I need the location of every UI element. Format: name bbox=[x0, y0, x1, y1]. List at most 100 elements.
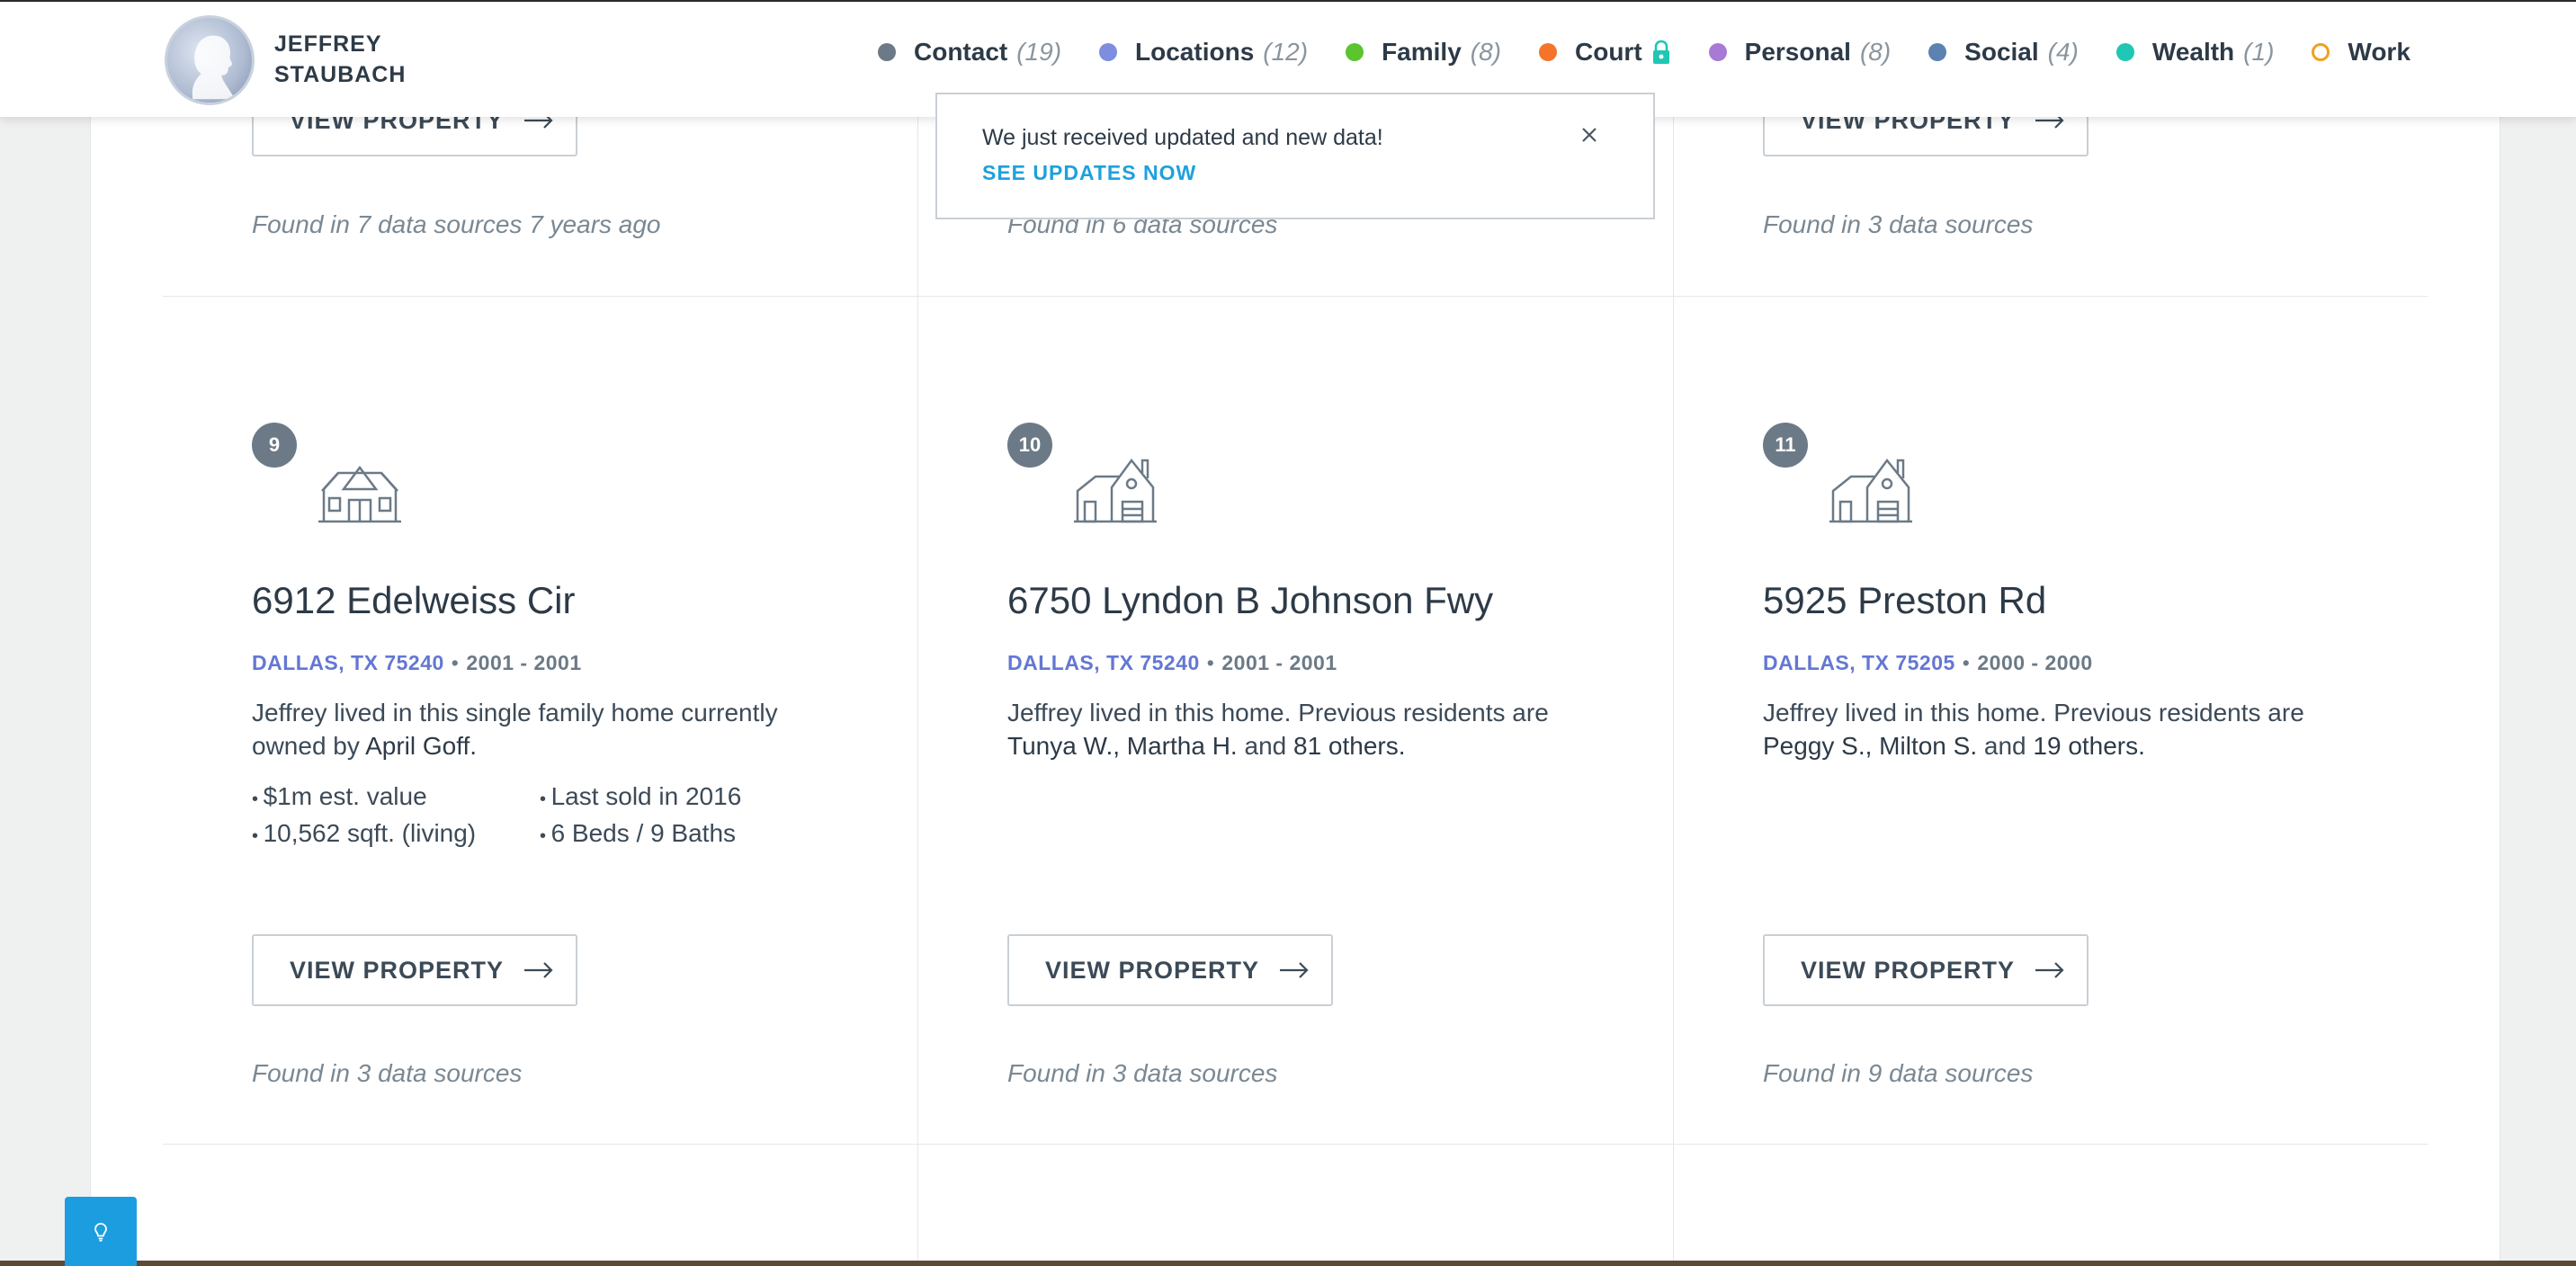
nav-item-wealth[interactable]: Wealth (1) bbox=[2115, 38, 2275, 67]
property-facts-left: $1m est. value 10,562 sqft. (living) bbox=[252, 780, 477, 853]
property-address: 6912 Edelweiss Cir bbox=[252, 579, 576, 621]
arrow-right-icon bbox=[1280, 962, 1309, 978]
other-residents: 19 others. bbox=[2033, 732, 2145, 760]
nav-label: Personal bbox=[1744, 38, 1851, 66]
property-description: Jeffrey lived in this home. Previous res… bbox=[1007, 696, 1583, 762]
personal-dot-icon bbox=[1708, 43, 1727, 61]
work-ring-icon bbox=[2312, 43, 2330, 61]
view-property-label: VIEW PROPERTY bbox=[1801, 956, 2016, 984]
court-dot-icon bbox=[1539, 43, 1557, 61]
nav-count: (1) bbox=[2243, 38, 2275, 66]
lightbulb-icon bbox=[94, 1222, 107, 1242]
property-address: 5925 Preston Rd bbox=[1763, 579, 2047, 621]
see-updates-link[interactable]: SEE UPDATES NOW bbox=[982, 161, 1196, 185]
lock-icon bbox=[1652, 40, 1669, 64]
help-button[interactable] bbox=[65, 1197, 137, 1266]
nav-item-court[interactable]: Court bbox=[1539, 38, 1671, 67]
property-city[interactable]: DALLAS, TX 75205 bbox=[1763, 651, 1955, 674]
contact-dot-icon bbox=[878, 43, 896, 61]
house-icon bbox=[1829, 458, 1912, 523]
close-icon[interactable] bbox=[1576, 121, 1603, 148]
desktop-edge bbox=[0, 1261, 2576, 1266]
nav-count: (19) bbox=[1016, 38, 1062, 66]
property-description: Jeffrey lived in this home. Previous res… bbox=[1763, 696, 2339, 762]
fact-value: $1m est. value bbox=[252, 780, 476, 816]
description-text: Jeffrey lived in this home. Previous res… bbox=[1007, 699, 1549, 727]
view-property-label: VIEW PROPERTY bbox=[1045, 956, 1260, 984]
property-city[interactable]: DALLAS, TX 75240 bbox=[252, 651, 444, 674]
arrow-right-icon bbox=[2035, 962, 2064, 978]
owner-name: April Goff. bbox=[365, 732, 478, 760]
fact-sqft: 10,562 sqft. (living) bbox=[252, 816, 477, 853]
other-residents: 81 others. bbox=[1293, 732, 1406, 760]
property-years: 2001 - 2001 bbox=[466, 651, 582, 674]
property-years: 2000 - 2000 bbox=[1977, 651, 2093, 674]
person-name: JEFFREY STAUBACH bbox=[274, 31, 407, 87]
nav-item-contact[interactable]: Contact (19) bbox=[878, 38, 1061, 67]
property-address: 6750 Lyndon B Johnson Fwy bbox=[1007, 579, 1494, 621]
locations-dot-icon bbox=[1099, 43, 1118, 61]
wealth-dot-icon bbox=[2115, 43, 2134, 61]
view-property-button[interactable]: VIEW PROPERTY bbox=[1007, 934, 1333, 1006]
section-nav: Contact (19) Locations (12) Family (8) C… bbox=[878, 38, 2411, 67]
description-conjunction: and bbox=[1237, 732, 1293, 760]
nav-item-social[interactable]: Social (4) bbox=[1928, 38, 2079, 67]
nav-label: Court bbox=[1575, 38, 1642, 66]
nav-count: (4) bbox=[2047, 38, 2079, 66]
property-number-badge: 10 bbox=[1007, 423, 1052, 468]
page-gutter-right bbox=[2500, 0, 2576, 1266]
arrow-right-icon bbox=[524, 962, 553, 978]
property-meta: DALLAS, TX 75240 • 2001 - 2001 bbox=[1007, 651, 1337, 675]
view-property-button[interactable]: VIEW PROPERTY bbox=[252, 934, 577, 1006]
nav-label: Family bbox=[1382, 38, 1462, 66]
social-dot-icon bbox=[1928, 43, 1947, 61]
description-text: Jeffrey lived in this single family home… bbox=[252, 699, 778, 760]
avatar[interactable] bbox=[165, 15, 255, 105]
page-gutter-left bbox=[0, 0, 90, 1266]
person-silhouette-icon bbox=[192, 35, 236, 100]
property-city[interactable]: DALLAS, TX 75240 bbox=[1007, 651, 1200, 674]
nav-label: Contact bbox=[914, 38, 1008, 66]
notification-message: We just received updated and new data! bbox=[982, 125, 1383, 150]
update-notification: We just received updated and new data! S… bbox=[935, 93, 1655, 219]
found-sources: Found in 3 data sources bbox=[252, 1059, 523, 1087]
house-icon bbox=[1074, 458, 1157, 523]
row-divider bbox=[163, 296, 2428, 297]
resident-names: Tunya W., Martha H. bbox=[1007, 732, 1238, 760]
found-sources: Found in 3 data sources bbox=[1007, 1059, 1278, 1087]
nav-count: (12) bbox=[1263, 38, 1309, 66]
property-description: Jeffrey lived in this single family home… bbox=[252, 696, 827, 762]
nav-item-personal[interactable]: Personal (8) bbox=[1708, 38, 1892, 67]
column-divider bbox=[917, 0, 918, 1261]
meta-separator: • bbox=[1962, 651, 1971, 674]
property-years: 2001 - 2001 bbox=[1221, 651, 1337, 674]
nav-label: Work bbox=[2348, 38, 2411, 66]
property-number-badge: 9 bbox=[252, 423, 297, 468]
description-text: Jeffrey lived in this home. Previous res… bbox=[1763, 699, 2304, 727]
nav-label: Wealth bbox=[2151, 38, 2235, 66]
row-divider bbox=[163, 1144, 2428, 1145]
property-meta: DALLAS, TX 75240 • 2001 - 2001 bbox=[252, 651, 582, 675]
found-sources: Found in 3 data sources bbox=[1763, 210, 2034, 238]
nav-count: (8) bbox=[1470, 38, 1501, 66]
nav-label: Social bbox=[1964, 38, 2039, 66]
view-property-button[interactable]: VIEW PROPERTY bbox=[1763, 934, 2089, 1006]
meta-separator: • bbox=[451, 651, 460, 674]
family-dot-icon bbox=[1346, 43, 1364, 61]
fact-beds-baths: 6 Beds / 9 Baths bbox=[540, 816, 741, 853]
meta-separator: • bbox=[1206, 651, 1215, 674]
description-conjunction: and bbox=[1977, 732, 2034, 760]
nav-item-work[interactable]: Work bbox=[2312, 38, 2411, 67]
column-divider bbox=[1673, 0, 1674, 1261]
nav-item-family[interactable]: Family (8) bbox=[1346, 38, 1501, 67]
property-facts-right: Last sold in 2016 6 Beds / 9 Baths bbox=[540, 780, 742, 853]
found-sources: Found in 9 data sources bbox=[1763, 1059, 2034, 1087]
fact-last-sold: Last sold in 2016 bbox=[540, 780, 742, 816]
nav-count: (8) bbox=[1859, 38, 1892, 66]
house-icon bbox=[318, 465, 401, 523]
nav-item-locations[interactable]: Locations (12) bbox=[1099, 38, 1308, 67]
property-number-badge: 11 bbox=[1763, 423, 1808, 468]
nav-label: Locations bbox=[1135, 38, 1255, 66]
found-sources: Found in 7 data sources 7 years ago bbox=[252, 210, 661, 238]
resident-names: Peggy S., Milton S. bbox=[1763, 732, 1978, 760]
